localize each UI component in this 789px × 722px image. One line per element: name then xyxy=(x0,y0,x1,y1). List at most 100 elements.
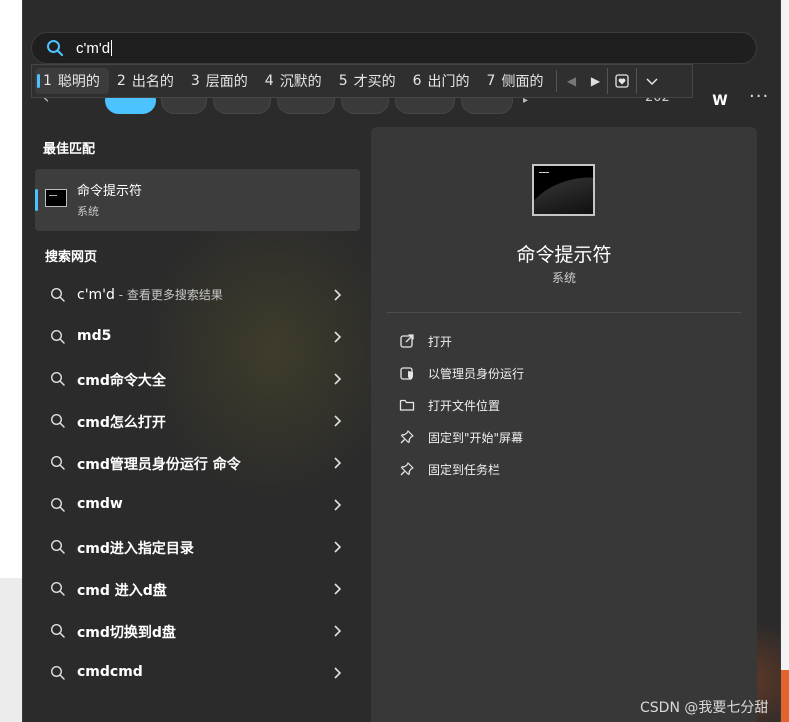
action-label: 打开 xyxy=(428,335,453,349)
candidate-number: 3 xyxy=(190,73,200,89)
web-result-text: cmd命令大全 xyxy=(77,373,166,389)
web-result-item[interactable]: cmdw xyxy=(35,485,360,525)
web-result-item[interactable]: cmd管理员身份运行 命令 xyxy=(35,443,360,483)
action-open-file-location[interactable]: 打开文件位置 xyxy=(387,390,741,420)
divider xyxy=(387,312,741,313)
action-run-as-admin[interactable]: 以管理员身份运行 xyxy=(387,358,741,388)
start-search-panel: ‹ ▸ 202 W ··· c'm'd 1聪明的 2出名的 3层面的 4沉默的 xyxy=(22,0,781,722)
ime-separator xyxy=(556,70,558,92)
web-result-item[interactable]: md5 xyxy=(35,317,360,357)
action-open[interactable]: 打开 xyxy=(387,326,741,356)
ime-candidate-5[interactable]: 5 才买的 xyxy=(331,68,405,94)
candidate-number: 7 xyxy=(486,73,496,89)
web-result-text: md5 xyxy=(77,328,112,344)
search-icon xyxy=(50,329,65,344)
chevron-right-icon[interactable] xyxy=(331,539,345,555)
web-result-item[interactable]: cmd怎么打开 xyxy=(35,401,360,441)
folder-icon xyxy=(399,399,415,411)
preview-subtitle: 系统 xyxy=(551,271,576,285)
web-result-item[interactable]: cmd命令大全 xyxy=(35,359,360,399)
chevron-right-icon[interactable] xyxy=(331,665,345,681)
web-search-heading: 搜索网页 xyxy=(45,250,98,265)
candidate-word: 出门的 xyxy=(427,74,470,90)
ime-candidate-4[interactable]: 4 沉默的 xyxy=(257,68,331,94)
search-icon xyxy=(50,497,65,512)
action-pin-to-start[interactable]: 固定到"开始"屏幕 xyxy=(387,422,741,452)
ime-candidate-6[interactable]: 6 出门的 xyxy=(405,68,479,94)
candidate-number: 4 xyxy=(264,73,274,89)
web-result-item[interactable]: cmd切换到d盘 xyxy=(35,611,360,651)
chevron-right-icon[interactable] xyxy=(331,287,345,303)
search-icon xyxy=(50,371,65,386)
candidate-word: 侧面的 xyxy=(501,74,544,90)
candidate-word: 才买的 xyxy=(353,74,396,90)
search-icon xyxy=(50,623,65,638)
search-input[interactable]: c'm'd xyxy=(76,40,110,57)
action-label: 固定到任务栏 xyxy=(428,463,501,477)
web-result-text: cmd怎么打开 xyxy=(77,415,166,431)
chevron-right-icon[interactable] xyxy=(331,455,345,471)
search-box[interactable]: c'm'd xyxy=(31,32,757,64)
chevron-right-icon[interactable] xyxy=(331,371,345,387)
best-match-heading: 最佳匹配 xyxy=(43,142,96,157)
best-match-subtitle: 系统 xyxy=(77,205,99,218)
web-result-text: cmdw xyxy=(77,496,123,512)
text-caret xyxy=(111,40,113,56)
shield-icon xyxy=(400,367,413,380)
ime-candidate-bar: 1 聪明的 2 出名的 3 层面的 4 沉默的 5 才买的 6 出门的 7 侧面的 ◀ ▶ xyxy=(31,64,693,98)
search-icon xyxy=(50,455,65,470)
candidate-number: 1 xyxy=(43,73,52,89)
best-match-item[interactable]: 命令提示符 系统 xyxy=(35,169,360,231)
best-match-name: 命令提示符 xyxy=(77,184,143,199)
web-result-text: c'm'd xyxy=(77,287,115,303)
chevron-right-icon[interactable] xyxy=(331,413,345,429)
ime-candidate-2[interactable]: 2 出名的 xyxy=(109,68,183,94)
web-result-text: cmd切换到d盘 xyxy=(77,625,176,641)
search-icon xyxy=(50,581,65,596)
web-result-extra: - 查看更多搜索结果 xyxy=(114,288,223,302)
ime-candidate-1[interactable]: 1 聪明的 xyxy=(35,68,109,94)
avatar[interactable]: W xyxy=(707,88,733,114)
candidate-number: 6 xyxy=(412,73,422,89)
preview-pane: 命令提示符 系统 打开 以管理员身份运行 打开文件位置 固定到"开始"屏幕 固定… xyxy=(371,127,757,722)
expand-candidates-icon[interactable] xyxy=(637,68,667,94)
web-result-text: cmd 进入d盘 xyxy=(77,583,167,599)
search-icon xyxy=(50,665,65,680)
web-result-item[interactable]: cmdcmd xyxy=(35,653,360,693)
next-page-icon[interactable]: ▶ xyxy=(583,68,607,94)
candidate-number: 2 xyxy=(116,73,126,89)
preview-title: 命令提示符 xyxy=(516,244,612,266)
candidate-word: 出名的 xyxy=(131,74,174,90)
candidate-word: 层面的 xyxy=(205,74,248,90)
pin-icon xyxy=(400,462,414,476)
command-prompt-icon xyxy=(45,189,67,207)
action-label: 打开文件位置 xyxy=(428,399,501,413)
open-icon xyxy=(400,334,414,348)
web-result-text: cmd进入指定目录 xyxy=(77,541,194,557)
prev-page-icon[interactable]: ◀ xyxy=(559,68,583,94)
chevron-right-icon[interactable] xyxy=(331,581,345,597)
chevron-right-icon[interactable] xyxy=(331,497,345,513)
favorite-heart-icon[interactable] xyxy=(607,68,638,94)
candidate-number: 5 xyxy=(338,73,348,89)
pin-icon xyxy=(400,430,414,444)
search-icon xyxy=(50,287,65,302)
search-icon xyxy=(47,40,64,57)
ime-candidate-3[interactable]: 3 层面的 xyxy=(183,68,257,94)
candidate-word: 沉默的 xyxy=(279,74,322,90)
more-options-button[interactable]: ··· xyxy=(749,86,769,107)
chevron-right-icon[interactable] xyxy=(331,329,345,345)
ime-candidate-7[interactable]: 7 侧面的 xyxy=(479,68,553,94)
web-result-item[interactable]: c'm'd - 查看更多搜索结果 xyxy=(35,275,360,315)
candidate-word: 聪明的 xyxy=(57,74,100,90)
search-icon xyxy=(50,539,65,554)
web-result-text: cmd管理员身份运行 命令 xyxy=(77,457,241,473)
action-label: 固定到"开始"屏幕 xyxy=(428,431,524,445)
action-pin-to-taskbar[interactable]: 固定到任务栏 xyxy=(387,454,741,484)
search-icon xyxy=(50,413,65,428)
web-result-item[interactable]: cmd 进入d盘 xyxy=(35,569,360,609)
chevron-right-icon[interactable] xyxy=(331,623,345,639)
web-result-item[interactable]: cmd进入指定目录 xyxy=(35,527,360,567)
csdn-watermark: CSDN @我要七分甜 xyxy=(640,700,769,716)
web-result-text: cmdcmd xyxy=(77,664,143,680)
